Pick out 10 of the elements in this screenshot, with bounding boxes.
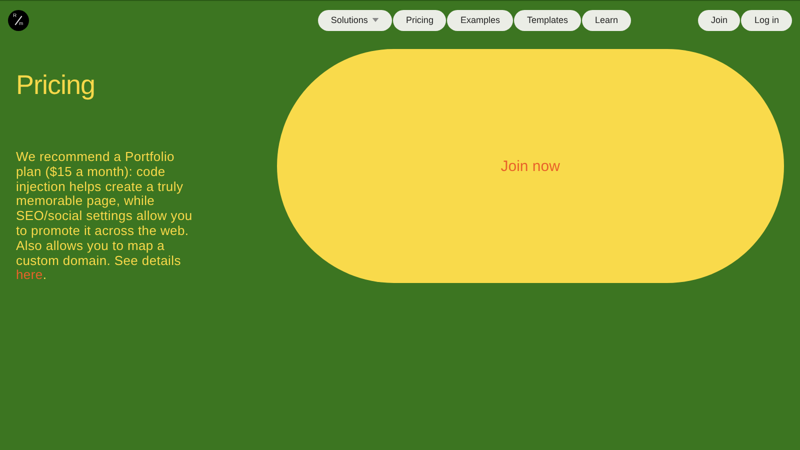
- description-text: We recommend a Portfolio plan ($15 a month): code injection helps create a truly memorable page, while SEO/social settings allow you to promote it across the web. Also allows you to map a custom domain. See details here.: [16, 150, 194, 284]
- nav-button[interactable]: Templates: [514, 10, 581, 30]
- nav-button[interactable]: Learn: [582, 10, 632, 30]
- account-button[interactable]: Log in: [741, 10, 792, 30]
- nav-button[interactable]: Examples: [447, 10, 513, 30]
- account-button[interactable]: Join: [698, 10, 740, 30]
- nav-button[interactable]: Solutions: [318, 10, 392, 30]
- caret-icon: [372, 18, 379, 22]
- page-heading: Pricing: [16, 70, 96, 101]
- nav-button[interactable]: Pricing: [392, 10, 446, 30]
